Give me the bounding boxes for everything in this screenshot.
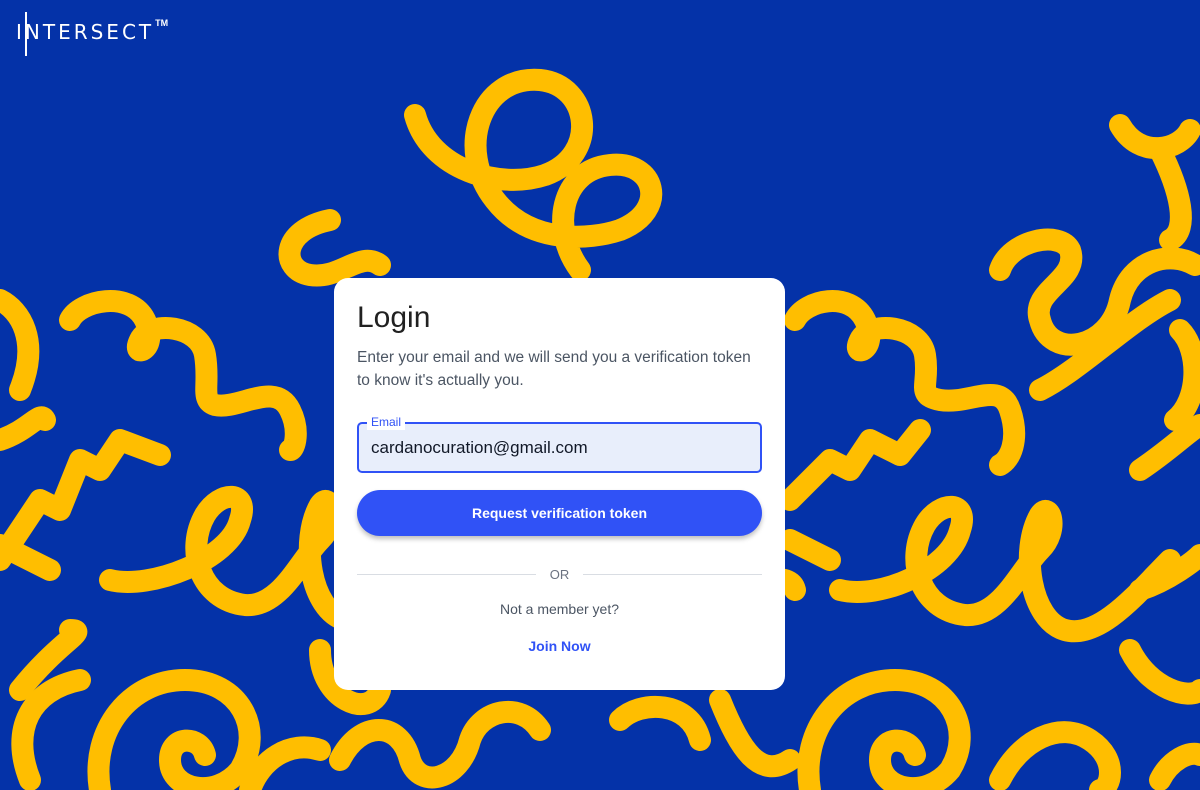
email-field: Email (357, 414, 762, 473)
request-token-button[interactable]: Request verification token (357, 490, 762, 536)
login-card: Login Enter your email and we will send … (334, 278, 785, 690)
email-input[interactable] (359, 424, 760, 471)
logo-text: INTERSECT (16, 20, 155, 44)
logo-trademark: TM (155, 18, 169, 28)
divider-text: OR (549, 567, 570, 582)
login-description: Enter your email and we will send you a … (357, 349, 751, 389)
or-divider: OR (357, 567, 762, 582)
page-title: Login (357, 301, 431, 334)
not-member-text: Not a member yet? (499, 601, 620, 617)
logo-bar (25, 12, 27, 56)
join-now-link[interactable]: Join Now (357, 638, 762, 654)
intersect-logo: INTERSECT TM (16, 12, 168, 58)
divider-line-right (583, 574, 762, 575)
divider-line-left (357, 574, 536, 575)
